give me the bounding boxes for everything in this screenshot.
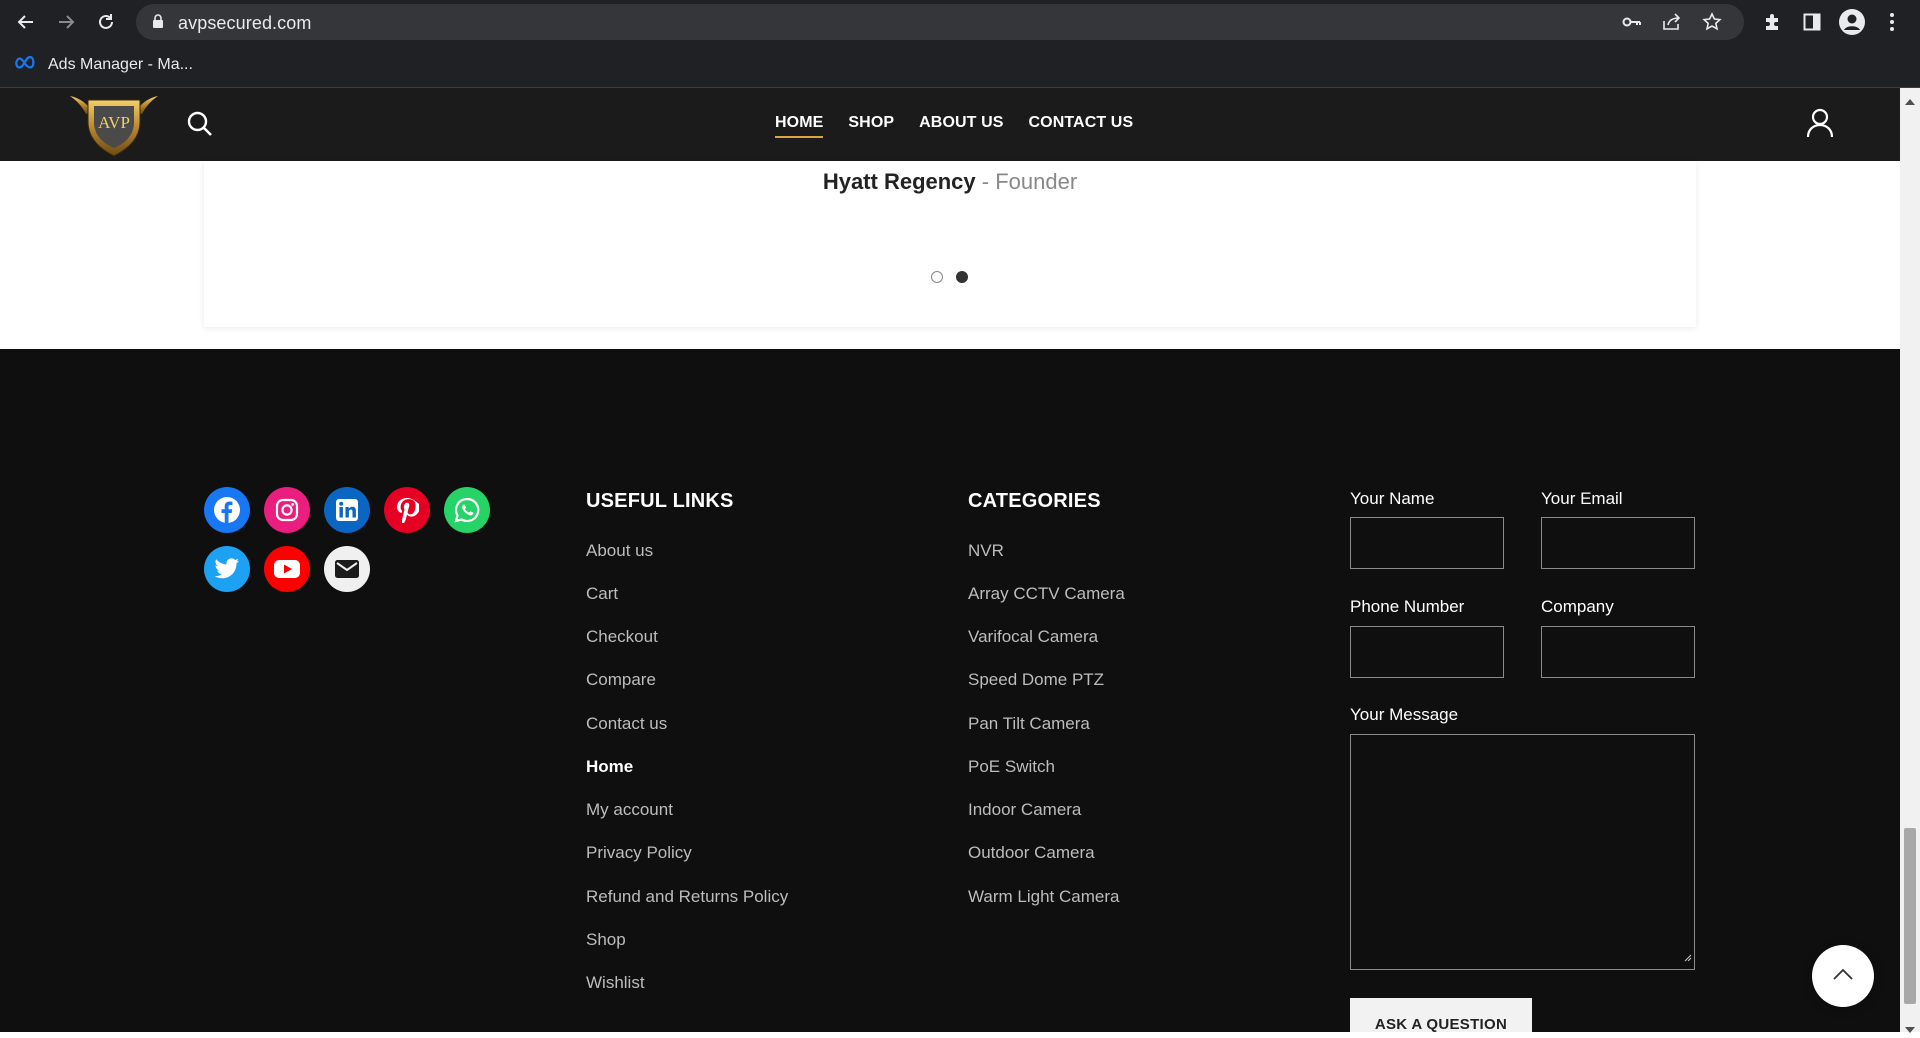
testimonial-card: Hyatt Regency - Founder — [204, 161, 1696, 327]
youtube-icon[interactable] — [264, 546, 310, 592]
nav-shop[interactable]: SHOP — [848, 114, 894, 138]
back-icon[interactable] — [10, 6, 42, 38]
slider-dots — [931, 271, 968, 283]
author-role: - Founder — [975, 169, 1078, 194]
mail-icon[interactable] — [324, 546, 370, 592]
linkedin-icon[interactable] — [324, 487, 370, 533]
url-text: avpsecured.com — [178, 13, 312, 33]
menu-kebab-icon[interactable] — [1876, 6, 1908, 38]
category-link-indoor[interactable]: Indoor Camera — [968, 800, 1081, 820]
nav-contact-us[interactable]: CONTACT US — [1029, 114, 1134, 138]
password-key-icon[interactable] — [1622, 13, 1642, 36]
slider-dot-2[interactable] — [956, 271, 968, 283]
side-panel-icon[interactable] — [1796, 6, 1828, 38]
testimonial-author: Hyatt Regency - Founder — [204, 169, 1696, 195]
bookmark-ads-manager[interactable]: Ads Manager - Ma... — [14, 55, 193, 74]
site-logo[interactable]: AVP — [66, 88, 162, 160]
message-label: Your Message — [1350, 705, 1459, 724]
footer-link-checkout[interactable]: Checkout — [586, 627, 658, 647]
message-textarea[interactable] — [1350, 734, 1695, 970]
footer-link-cart[interactable]: Cart — [586, 584, 618, 604]
logo-text: AVP — [98, 113, 130, 132]
author-name: Hyatt Regency — [822, 169, 976, 194]
ask-question-button[interactable]: ASK A QUESTION — [1350, 998, 1532, 1032]
lock-icon — [152, 14, 164, 34]
share-icon[interactable] — [1662, 13, 1682, 36]
extensions-icon[interactable] — [1756, 6, 1788, 38]
nav-home[interactable]: HOME — [775, 114, 824, 138]
scrollbar-thumb[interactable] — [1904, 828, 1916, 1004]
category-link-poe-switch[interactable]: PoE Switch — [968, 757, 1055, 777]
footer-link-compare[interactable]: Compare — [586, 670, 656, 690]
account-icon[interactable] — [1806, 108, 1834, 143]
company-label: Company — [1541, 597, 1614, 616]
category-link-speed-dome[interactable]: Speed Dome PTZ — [968, 670, 1104, 690]
search-icon[interactable] — [186, 110, 214, 143]
bookmark-label: Ads Manager - Ma... — [48, 55, 193, 73]
site-footer: USEFUL LINKS About us Cart Checkout Comp… — [0, 349, 1900, 1032]
footer-link-my-account[interactable]: My account — [586, 800, 673, 820]
footer-link-refund-policy[interactable]: Refund and Returns Policy — [586, 887, 788, 907]
footer-link-contact-us[interactable]: Contact us — [586, 714, 667, 734]
name-label: Your Name — [1350, 489, 1435, 508]
meta-logo-icon — [14, 55, 38, 74]
footer-link-wishlist[interactable]: Wishlist — [586, 973, 645, 993]
footer-link-about-us[interactable]: About us — [586, 541, 653, 561]
footer-link-shop[interactable]: Shop — [586, 930, 626, 950]
name-field[interactable] — [1350, 517, 1504, 569]
phone-field[interactable] — [1350, 626, 1504, 678]
company-field[interactable] — [1541, 626, 1695, 678]
useful-links-title: USEFUL LINKS — [586, 490, 734, 512]
main-nav: HOME SHOP ABOUT US CONTACT US — [775, 114, 1133, 138]
bookmark-star-icon[interactable] — [1702, 12, 1722, 37]
email-field[interactable] — [1541, 517, 1695, 569]
forward-icon[interactable] — [50, 6, 82, 38]
whatsapp-icon[interactable] — [444, 487, 490, 533]
chevron-up-icon — [1832, 967, 1854, 986]
nav-about-us[interactable]: ABOUT US — [919, 114, 1003, 138]
categories-title: CATEGORIES — [968, 490, 1101, 512]
reload-icon[interactable] — [90, 6, 122, 38]
site-header: AVP HOME SHOP ABOUT US CONTACT US — [0, 88, 1900, 161]
scroll-down-arrow-icon[interactable] — [1905, 1020, 1915, 1038]
category-link-varifocal[interactable]: Varifocal Camera — [968, 627, 1098, 647]
instagram-icon[interactable] — [264, 487, 310, 533]
pinterest-icon[interactable] — [384, 487, 430, 533]
page-scrollbar[interactable] — [1900, 88, 1920, 1033]
resize-handle-icon[interactable] — [1682, 949, 1692, 967]
slider-dot-1[interactable] — [931, 271, 943, 283]
phone-label: Phone Number — [1350, 597, 1465, 616]
footer-link-home[interactable]: Home — [586, 757, 633, 777]
page-viewport: AVP HOME SHOP ABOUT US CONTACT US Hyatt … — [0, 88, 1900, 1032]
address-bar[interactable]: avpsecured.com — [136, 4, 1744, 40]
category-link-array-cctv[interactable]: Array CCTV Camera — [968, 584, 1125, 604]
profile-icon[interactable] — [1836, 6, 1868, 38]
scroll-up-arrow-icon[interactable] — [1905, 92, 1915, 110]
category-link-outdoor[interactable]: Outdoor Camera — [968, 843, 1095, 863]
scroll-to-top-button[interactable] — [1812, 945, 1874, 1007]
category-link-nvr[interactable]: NVR — [968, 541, 1004, 561]
bookmarks-bar: Ads Manager - Ma... — [0, 44, 1920, 88]
category-link-pan-tilt[interactable]: Pan Tilt Camera — [968, 714, 1090, 734]
browser-toolbar: avpsecured.com — [0, 0, 1920, 44]
footer-link-privacy-policy[interactable]: Privacy Policy — [586, 843, 692, 863]
email-label: Your Email — [1541, 489, 1623, 508]
category-link-warm-light[interactable]: Warm Light Camera — [968, 887, 1119, 907]
facebook-icon[interactable] — [204, 487, 250, 533]
twitter-icon[interactable] — [204, 546, 250, 592]
